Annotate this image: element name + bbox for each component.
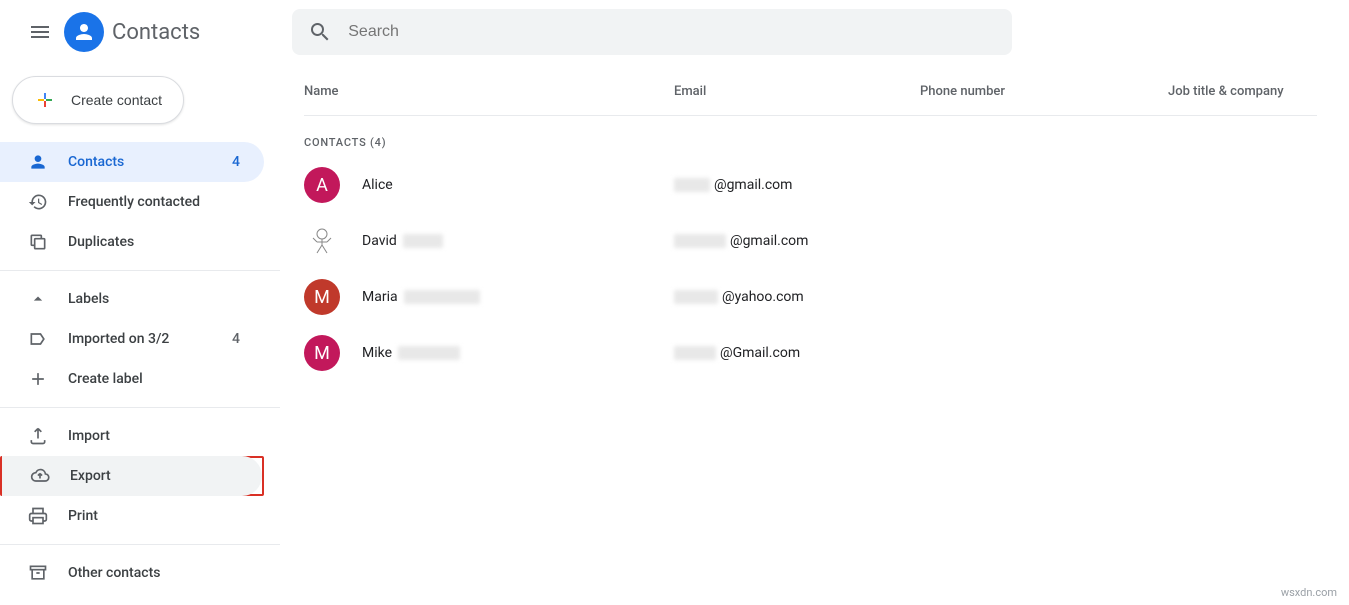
contact-name: Alice [362, 177, 393, 193]
archive-icon [26, 563, 50, 583]
contacts-count: 4 [232, 154, 240, 170]
email-domain: @gmail.com [714, 177, 792, 193]
contact-row[interactable]: M Maria @yahoo.com [304, 269, 1317, 325]
contact-email-cell: @yahoo.com [674, 289, 920, 305]
history-icon [26, 192, 50, 212]
redacted-text [674, 346, 716, 360]
sidebar-item-label: Contacts [68, 154, 124, 170]
contact-email-cell: @gmail.com [674, 177, 920, 193]
avatar: M [304, 279, 340, 315]
search-box[interactable] [292, 9, 1012, 55]
plus-icon [33, 88, 57, 112]
contacts-logo-icon [64, 12, 104, 52]
app-title: Contacts [112, 20, 200, 45]
main-content: Name Email Phone number Job title & comp… [280, 64, 1349, 605]
watermark: wsxdn.com [1281, 586, 1337, 599]
email-domain: @gmail.com [730, 233, 808, 249]
sidebar-item-print[interactable]: Print [0, 496, 264, 536]
export-highlight-box: Export [0, 456, 264, 496]
email-domain: @Gmail.com [720, 345, 800, 361]
sidebar-item-label: Frequently contacted [68, 194, 200, 210]
contacts-section-label: CONTACTS (4) [304, 116, 1317, 157]
contact-name-cell: David [362, 233, 674, 249]
sidebar-item-other-contacts[interactable]: Other contacts [0, 553, 264, 593]
divider [0, 407, 280, 408]
search-icon [308, 20, 332, 44]
table-header-row: Name Email Phone number Job title & comp… [304, 68, 1317, 116]
sidebar-item-label: Other contacts [68, 565, 160, 581]
sidebar-labels-header[interactable]: Labels [0, 279, 264, 319]
print-icon [26, 506, 50, 526]
column-header-phone[interactable]: Phone number [920, 84, 1168, 99]
email-domain: @yahoo.com [722, 289, 804, 305]
contact-name-cell: Alice [362, 177, 674, 193]
column-header-name[interactable]: Name [304, 84, 674, 99]
contact-row[interactable]: A Alice @gmail.com [304, 157, 1317, 213]
avatar: M [304, 335, 340, 371]
column-header-email[interactable]: Email [674, 84, 920, 99]
create-contact-button[interactable]: Create contact [12, 76, 184, 124]
avatar: A [304, 167, 340, 203]
redacted-text [398, 346, 460, 360]
sidebar-item-create-label[interactable]: Create label [0, 359, 264, 399]
sidebar-item-label: Labels [68, 291, 109, 307]
sidebar-item-duplicates[interactable]: Duplicates [0, 222, 264, 262]
sidebar-item-label: Import [68, 428, 110, 444]
contact-name-cell: Mike [362, 345, 674, 361]
redacted-text [674, 234, 726, 248]
contact-name: Maria [362, 289, 398, 305]
sidebar-item-label: Duplicates [68, 234, 134, 250]
search-input[interactable] [348, 23, 996, 41]
person-icon [26, 152, 50, 172]
sidebar-item-frequent[interactable]: Frequently contacted [0, 182, 264, 222]
sidebar-item-imported[interactable]: Imported on 3/2 4 [0, 319, 264, 359]
redacted-text [404, 290, 480, 304]
contact-name: Mike [362, 345, 392, 361]
divider [0, 544, 280, 545]
contact-email-cell: @gmail.com [674, 233, 920, 249]
imported-count: 4 [232, 331, 240, 347]
hamburger-icon [28, 20, 52, 44]
create-contact-label: Create contact [71, 92, 162, 108]
sidebar-item-export[interactable]: Export [2, 456, 262, 496]
contact-row[interactable]: M Mike @Gmail.com [304, 325, 1317, 381]
redacted-text [674, 290, 718, 304]
app-header: Contacts [0, 0, 1349, 64]
sidebar-item-import[interactable]: Import [0, 416, 264, 456]
copy-icon [26, 232, 50, 252]
contact-name-cell: Maria [362, 289, 674, 305]
redacted-text [674, 178, 710, 192]
sidebar: Create contact Contacts 4 Frequently con… [0, 64, 280, 605]
main-menu-button[interactable] [16, 8, 64, 56]
logo-area: Contacts [64, 12, 200, 52]
contact-email-cell: @Gmail.com [674, 345, 920, 361]
plus-thin-icon [26, 369, 50, 389]
sidebar-item-label: Create label [68, 371, 143, 387]
cloud-upload-icon [28, 466, 52, 486]
sidebar-item-contacts[interactable]: Contacts 4 [0, 142, 264, 182]
column-header-job[interactable]: Job title & company [1168, 84, 1317, 99]
chevron-up-icon [26, 289, 50, 309]
sidebar-item-label: Print [68, 508, 98, 524]
avatar [304, 223, 340, 259]
label-icon [26, 329, 50, 349]
redacted-text [403, 234, 443, 248]
contact-row[interactable]: David @gmail.com [304, 213, 1317, 269]
sidebar-item-label: Imported on 3/2 [68, 331, 169, 347]
divider [0, 270, 280, 271]
upload-icon [26, 426, 50, 446]
contact-name: David [362, 233, 397, 249]
sidebar-item-label: Export [70, 468, 111, 484]
